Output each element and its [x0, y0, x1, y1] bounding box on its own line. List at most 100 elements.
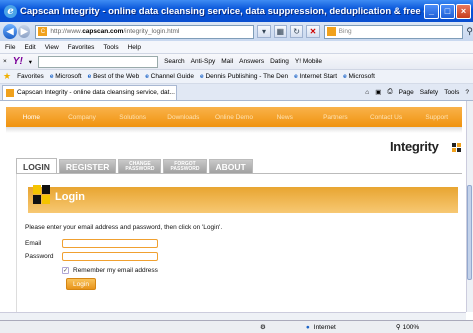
tab-register[interactable]: REGISTER — [58, 159, 117, 174]
page-menu[interactable]: Page — [399, 89, 414, 96]
nav-home[interactable]: Home — [6, 114, 57, 121]
ie-page-icon: e — [145, 73, 149, 80]
nav-contact-us[interactable]: Contact Us — [361, 114, 412, 121]
page-viewport: Home Company Solutions Downloads Online … — [0, 101, 466, 312]
vertical-scroll-thumb[interactable] — [467, 185, 472, 280]
yahoo-item-mail[interactable]: Mail — [221, 58, 233, 65]
nav-company[interactable]: Company — [57, 114, 108, 121]
help-icon[interactable]: ? — [465, 89, 469, 96]
tools-menu[interactable]: Tools — [444, 89, 459, 96]
yahoo-search-button[interactable]: Search — [164, 58, 185, 65]
remember-label: Remember my email address — [73, 267, 158, 274]
search-input[interactable]: Bing — [323, 24, 464, 39]
logo-squares-icon — [452, 143, 461, 152]
nav-shadow — [6, 127, 462, 133]
address-field[interactable]: C http://www. capscan.com/integrity_login… — [35, 24, 255, 39]
nav-online-demo[interactable]: Online Demo — [209, 114, 260, 121]
login-header-bar — [28, 187, 458, 213]
status-bar: ⚙ ● Internet ⚲ 100% — [0, 320, 473, 333]
tab-about[interactable]: ABOUT — [208, 159, 253, 174]
address-toolbar: ◀ ▶ C http://www. capscan.com/integrity_l… — [0, 22, 473, 41]
menu-favorites[interactable]: Favorites — [68, 44, 95, 51]
close-button[interactable]: × — [456, 3, 471, 19]
favorite-item[interactable]: e Microsoft — [343, 73, 375, 80]
menu-help[interactable]: Help — [128, 44, 141, 51]
menu-tools[interactable]: Tools — [103, 44, 118, 51]
yahoo-item-antispy[interactable]: Anti-Spy — [191, 58, 216, 65]
yahoo-item-mobile[interactable]: Y! Mobile — [295, 58, 322, 65]
url-prefix: http://www. — [50, 28, 83, 35]
browser-tab[interactable]: Capscan Integrity - online data cleansin… — [2, 84, 177, 100]
login-button[interactable]: Login — [66, 278, 96, 290]
login-heading: Login — [55, 191, 85, 203]
password-label: Password — [25, 253, 54, 260]
email-field[interactable] — [62, 239, 158, 248]
toolbar-close-icon[interactable]: × — [3, 58, 7, 65]
home-icon[interactable]: ⌂ — [365, 89, 369, 96]
menu-file[interactable]: File — [5, 44, 15, 51]
yahoo-item-answers[interactable]: Answers — [239, 58, 264, 65]
login-instructions: Please enter your email address and pass… — [25, 224, 223, 231]
favorite-label: Internet Start — [299, 73, 338, 80]
site-nav: Home Company Solutions Downloads Online … — [6, 107, 462, 127]
yahoo-menu-icon[interactable]: ▾ — [29, 58, 32, 66]
yahoo-search-input[interactable] — [38, 55, 159, 68]
refresh-icon[interactable]: ↻ — [289, 25, 304, 38]
favorites-star-icon[interactable]: ★ — [3, 71, 11, 82]
favorite-item[interactable]: e Channel Guide — [145, 73, 194, 80]
password-field[interactable] — [62, 252, 158, 261]
zoom-level[interactable]: 100% — [403, 324, 420, 331]
stop-icon[interactable]: ✕ — [306, 25, 320, 38]
window-titlebar: e Capscan Integrity - online data cleans… — [0, 0, 473, 22]
tab-forgot-password[interactable]: FORGOT PASSWORD — [163, 159, 207, 174]
nav-partners[interactable]: Partners — [310, 114, 361, 121]
menu-view[interactable]: View — [45, 44, 59, 51]
forward-button[interactable]: ▶ — [18, 25, 31, 38]
horizontal-scrollbar[interactable] — [0, 312, 466, 320]
favorite-item[interactable]: e Dennis Publishing - The Den — [200, 73, 288, 80]
internet-zone-icon: ● — [305, 323, 310, 331]
tab-bar: Capscan Integrity - online data cleansin… — [0, 84, 473, 101]
favorite-item[interactable]: e Best of the Web — [88, 73, 140, 80]
favorite-label: Microsoft — [348, 73, 375, 80]
favorite-item[interactable]: e Internet Start — [294, 73, 337, 80]
ie-page-icon: e — [200, 73, 204, 80]
remember-checkbox[interactable]: ✓ — [62, 267, 69, 274]
print-icon[interactable]: ⎙ — [387, 88, 392, 96]
tab-title: Capscan Integrity - online data cleansin… — [17, 89, 175, 96]
search-icon[interactable]: ⚲ — [466, 26, 473, 37]
tab-change-line2: PASSWORD — [125, 166, 155, 172]
favorite-label: Microsoft — [55, 73, 82, 80]
feeds-icon[interactable]: ▣ — [375, 88, 381, 96]
favorites-bar: ★ Favorites e Microsoft e Best of the We… — [0, 70, 473, 84]
ie-page-icon: e — [343, 73, 347, 80]
favorite-label: Channel Guide — [150, 73, 195, 80]
tab-login[interactable]: LOGIN — [16, 158, 57, 174]
nav-downloads[interactable]: Downloads — [158, 114, 209, 121]
maximize-button[interactable]: □ — [440, 3, 455, 19]
ie-page-icon: e — [87, 73, 92, 80]
yahoo-item-dating[interactable]: Dating — [270, 58, 289, 65]
favorite-item[interactable]: e Microsoft — [50, 73, 82, 80]
login-squares-icon — [33, 185, 51, 205]
url-domain: capscan.com — [82, 28, 124, 35]
search-placeholder: Bing — [338, 28, 352, 35]
tab-change-password[interactable]: CHANGE PASSWORD — [118, 159, 162, 174]
email-label: Email — [25, 240, 42, 247]
compatibility-icon[interactable]: ▦ — [273, 25, 287, 38]
yahoo-logo-icon[interactable]: Y! — [13, 56, 23, 67]
safety-menu[interactable]: Safety — [420, 89, 438, 96]
menu-edit[interactable]: Edit — [24, 44, 35, 51]
nav-support[interactable]: Support — [411, 114, 462, 121]
nav-news[interactable]: News — [259, 114, 310, 121]
nav-solutions[interactable]: Solutions — [107, 114, 158, 121]
integrity-logo: Integrity — [390, 139, 439, 154]
menu-bar: File Edit View Favorites Tools Help — [0, 41, 473, 53]
favorites-button[interactable]: Favorites — [17, 73, 44, 80]
dropdown-icon[interactable]: ▾ — [257, 25, 271, 38]
minimize-button[interactable]: _ — [424, 3, 439, 19]
favorite-label: Dennis Publishing - The Den — [205, 73, 289, 80]
zoom-icon[interactable]: ⚲ — [396, 323, 401, 331]
window-title: Capscan Integrity - online data cleansin… — [20, 5, 424, 17]
back-button[interactable]: ◀ — [3, 24, 18, 39]
